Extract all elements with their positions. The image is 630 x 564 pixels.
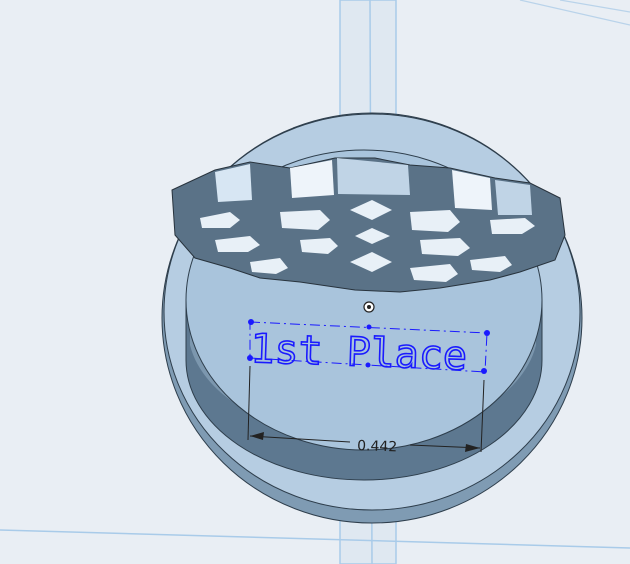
dimension-value[interactable]: 0.442 [357, 438, 398, 455]
3d-viewport[interactable]: 1st Place 0.442 [0, 0, 630, 564]
sketch-text: 1st Place [250, 326, 468, 380]
origin-icon[interactable] [363, 301, 375, 313]
